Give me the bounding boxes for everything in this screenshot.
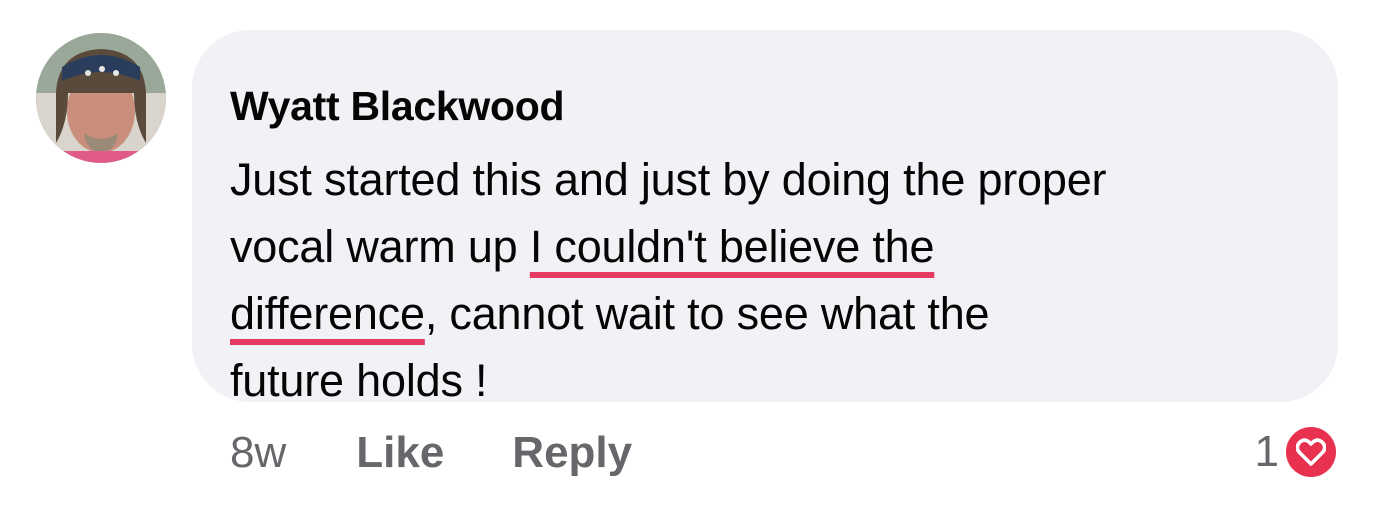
comment-timestamp[interactable]: 8w bbox=[230, 428, 286, 478]
comment-author[interactable]: Wyatt Blackwood bbox=[230, 82, 1298, 130]
highlighted-text: difference bbox=[230, 288, 425, 339]
avatar[interactable] bbox=[36, 33, 166, 163]
comment-actions: 8w Like Reply bbox=[230, 425, 632, 481]
comment-line: vocal warm up I couldn't believe the bbox=[230, 213, 1298, 280]
comment-text-segment: vocal warm up bbox=[230, 221, 530, 272]
comment-bubble: Wyatt Blackwood Just started this and ju… bbox=[192, 30, 1338, 406]
reaction-summary[interactable]: 1 bbox=[1255, 422, 1339, 482]
heart-reaction-badge bbox=[1283, 424, 1339, 480]
heart-icon bbox=[1286, 427, 1336, 477]
highlighted-text: I couldn't believe the bbox=[529, 221, 935, 272]
avatar-image bbox=[36, 33, 166, 163]
comment-text-segment: future holds ! bbox=[230, 355, 488, 406]
like-button[interactable]: Like bbox=[356, 428, 444, 478]
comment-line: Just started this and just by doing the … bbox=[230, 146, 1298, 213]
comment-line: future holds ! bbox=[230, 347, 1298, 414]
reaction-count: 1 bbox=[1254, 427, 1279, 476]
reply-button[interactable]: Reply bbox=[512, 428, 632, 478]
comment-text-segment: , cannot wait to see what the bbox=[424, 288, 990, 339]
heart-icon-glyph bbox=[1296, 438, 1326, 466]
comment-line: difference, cannot wait to see what the bbox=[230, 280, 1298, 347]
comment-text-segment: Just started this and just by doing the … bbox=[230, 154, 1107, 205]
comment-text: Just started this and just by doing the … bbox=[230, 146, 1298, 414]
